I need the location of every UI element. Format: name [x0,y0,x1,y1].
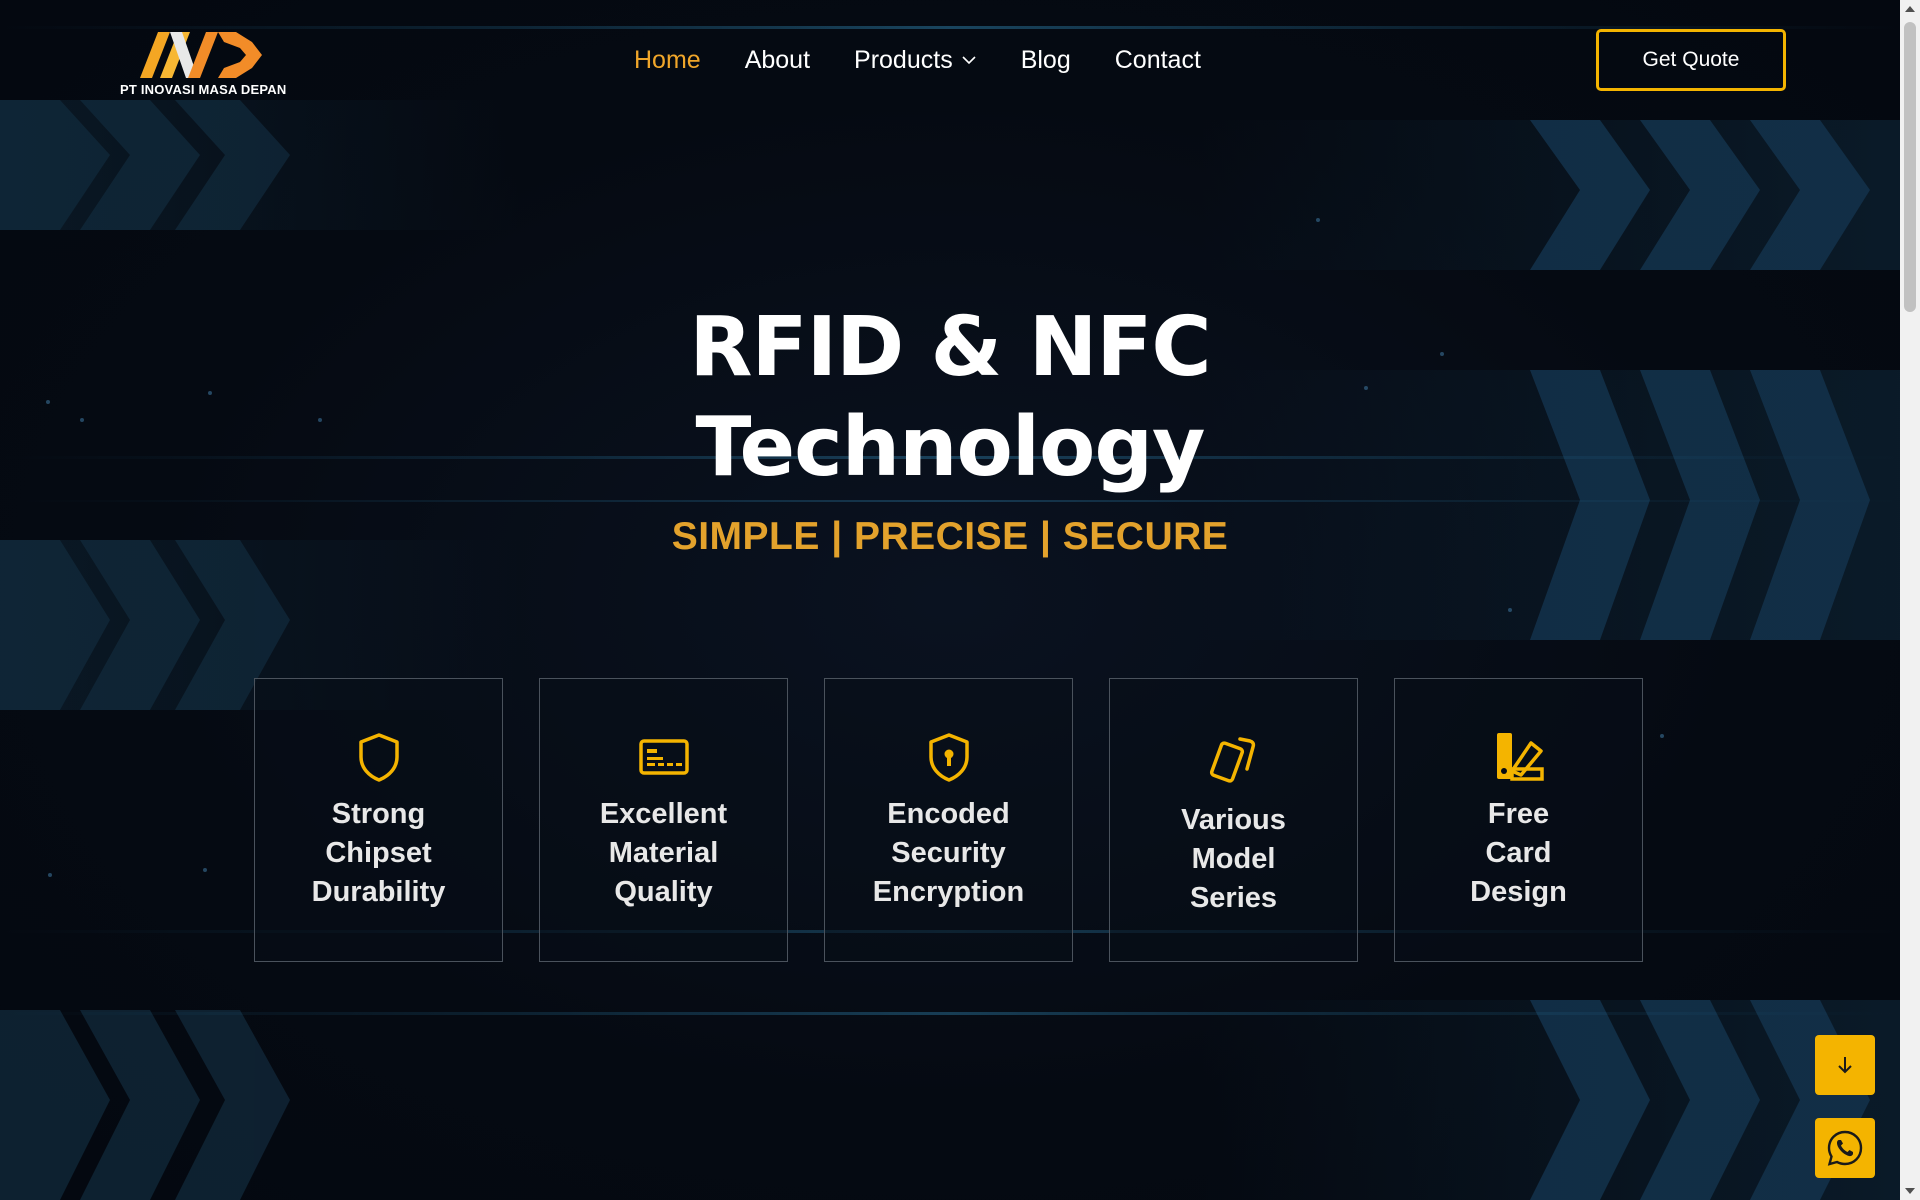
nav-blog[interactable]: Blog [1021,46,1071,75]
background-pattern [0,26,1900,1200]
get-quote-button[interactable]: Get Quote [1596,29,1786,91]
design-swatch-icon [1496,733,1544,781]
feature-cards: Strong Chipset Durability Excellent Mate… [254,678,1644,962]
feature-card: Excellent Material Quality [539,678,788,962]
imd-logo-icon [140,32,262,78]
scroll-thumb[interactable] [1904,22,1916,312]
feature-title: Excellent Material Quality [599,798,728,908]
hero-tagline: SIMPLE | PRECISE | SECURE [671,515,1229,558]
whatsapp-icon [1827,1130,1863,1166]
feature-title: Strong Chipset Durability [311,798,446,908]
whatsapp-button[interactable] [1815,1118,1875,1178]
nav-contact[interactable]: Contact [1115,46,1201,75]
hero-title: RFID & NFC Technology [500,298,1400,498]
feature-card: Various Model Series [1109,678,1358,962]
card-icon [638,739,689,775]
feature-card: Encoded Security Encryption [824,678,1073,962]
nav-home[interactable]: Home [634,46,701,75]
shield-icon [358,733,399,782]
chevron-down-icon [962,56,976,65]
feature-card: Strong Chipset Durability [254,678,503,962]
brand-name: PT INOVASI MASA DEPAN [120,82,287,97]
scroll-down-arrow[interactable] [1905,1188,1915,1194]
shield-lock-icon [928,733,969,782]
nav-about[interactable]: About [745,46,810,75]
feature-title: Encoded Security Encryption [872,798,1025,908]
hero-title-line1: RFID & NFC [689,300,1211,395]
arrow-down-icon [1838,1057,1852,1074]
page: PT INOVASI MASA DEPAN Home About Product… [0,0,1900,1200]
brand-logo[interactable]: PT INOVASI MASA DEPAN [120,24,290,104]
main-nav: Home About Products Blog Contact [634,42,1245,78]
hero-title-line2: Technology [695,400,1206,495]
page-scrollbar[interactable] [1900,0,1920,1200]
nav-products[interactable]: Products [854,46,977,75]
nav-products-label: Products [854,45,953,74]
feature-title: Various Model Series [1181,804,1286,914]
scroll-down-button[interactable] [1815,1035,1875,1095]
scroll-up-arrow[interactable] [1905,6,1915,12]
feature-title: Free Card Design [1470,798,1567,908]
feature-card: Free Card Design [1394,678,1643,962]
cards-icon [1209,737,1255,783]
